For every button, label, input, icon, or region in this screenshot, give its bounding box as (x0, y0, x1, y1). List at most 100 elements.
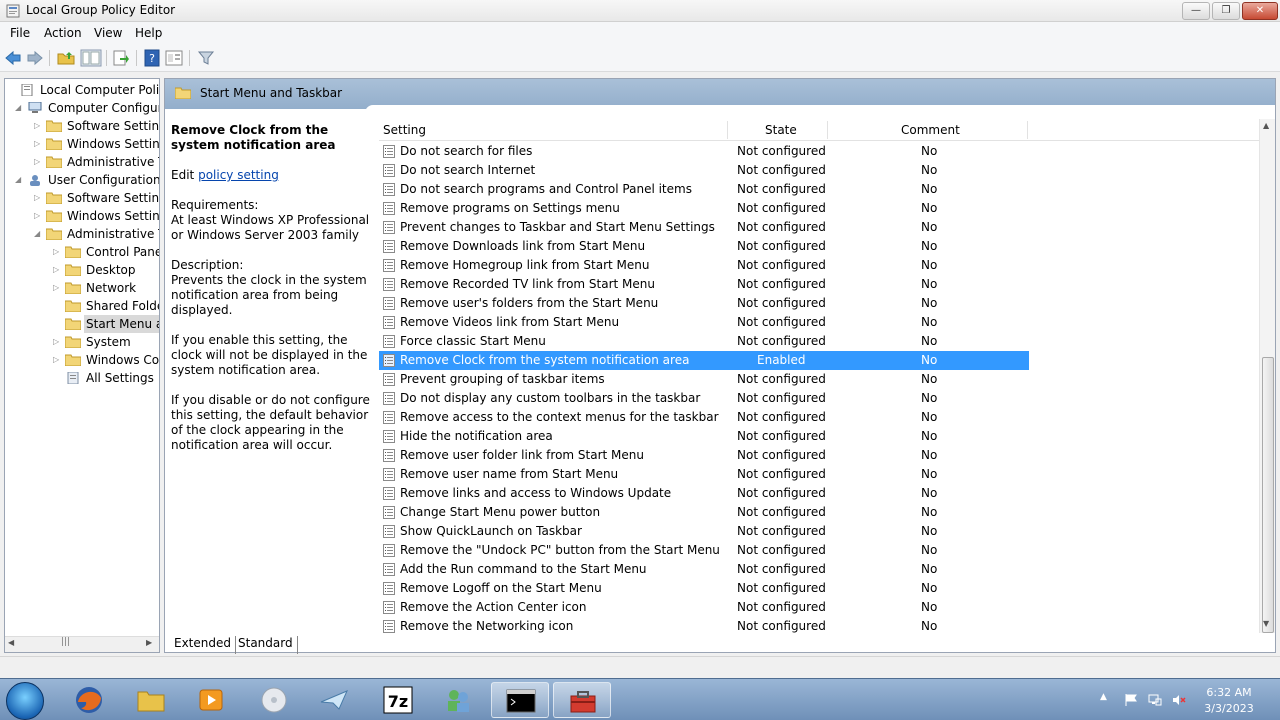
tree-expander-icon[interactable]: ◢ (15, 171, 25, 189)
toolbox-icon (570, 691, 596, 713)
setting-row[interactable]: Do not search programs and Control Panel… (379, 180, 1029, 199)
setting-row[interactable]: Remove Clock from the system notificatio… (379, 351, 1029, 370)
menu-action[interactable]: Action (44, 26, 82, 40)
setting-row[interactable]: Remove Downloads link from Start Menu Not… (379, 237, 1029, 256)
tree-expander-icon[interactable]: ▷ (34, 153, 44, 171)
tree-expander-icon[interactable]: ▷ (53, 261, 63, 279)
taskbar-media-player[interactable] (182, 682, 240, 718)
tray-expand-arrow[interactable]: ▲ (1100, 692, 1114, 706)
setting-row[interactable]: Remove Logoff on the Start Menu Not confi… (379, 579, 1029, 598)
start-button[interactable] (6, 682, 44, 720)
setting-row[interactable]: Remove access to the context menus for t… (379, 408, 1029, 427)
tree-expander-icon[interactable]: ▷ (34, 189, 44, 207)
taskbar-users[interactable] (429, 682, 487, 718)
scroll-up-arrow[interactable]: ▲ (1263, 121, 1269, 130)
maximize-button[interactable]: ❐ (1212, 2, 1240, 20)
taskbar-7zip[interactable]: 7z (369, 682, 427, 718)
scroll-thumb[interactable] (1262, 357, 1274, 633)
setting-row[interactable]: Add the Run command to the Start Menu Not… (379, 560, 1029, 579)
menu-view[interactable]: View (94, 26, 122, 40)
export-list-icon[interactable] (112, 49, 130, 67)
user-icon (30, 175, 40, 186)
show-hide-console-tree-icon[interactable] (80, 49, 102, 67)
tab-standard[interactable]: Standard (234, 636, 298, 654)
setting-state: Not configured (737, 258, 826, 272)
column-header-setting[interactable]: Setting (383, 123, 426, 137)
taskbar-windows-explorer[interactable] (122, 682, 180, 718)
setting-row[interactable]: Remove the Networking icon Not configured… (379, 617, 1029, 635)
setting-row[interactable]: Remove Homegroup link from Start Menu Not… (379, 256, 1029, 275)
setting-row[interactable]: Remove user folder link from Start Menu N… (379, 446, 1029, 465)
tree-horizontal-scrollbar[interactable]: ◀ ||| ▶ (5, 636, 159, 652)
back-arrow-icon[interactable] (4, 49, 22, 67)
policy-setting-icon (383, 392, 395, 405)
setting-row[interactable]: Remove the Action Center icon Not configu… (379, 598, 1029, 617)
console-tree[interactable]: Local Computer Policy ◢ Computer Configura… (4, 78, 160, 653)
tree-expander-icon[interactable]: ▷ (53, 243, 63, 261)
tree-expander-icon[interactable]: ▷ (34, 207, 44, 225)
filter-icon[interactable] (197, 49, 215, 67)
setting-row[interactable]: Do not search for files Not configured No (379, 142, 1029, 161)
action-center-flag-icon[interactable] (1124, 693, 1138, 707)
taskbar-disc[interactable] (245, 682, 303, 718)
setting-row[interactable]: Prevent changes to Taskbar and Start Men… (379, 218, 1029, 237)
policy-setting-icon (383, 468, 395, 481)
setting-row[interactable]: Do not display any custom toolbars in th… (379, 389, 1029, 408)
setting-row[interactable]: Remove programs on Settings menu Not conf… (379, 199, 1029, 218)
setting-row[interactable]: Remove links and access to Windows Updat… (379, 484, 1029, 503)
vertical-scrollbar[interactable]: ▲ ▼ (1259, 119, 1275, 633)
tree-node-label: Desktop (86, 263, 136, 277)
close-button[interactable]: ✕ (1242, 2, 1278, 20)
setting-comment: No (921, 239, 938, 253)
setting-row[interactable]: Prevent grouping of taskbar items Not con… (379, 370, 1029, 389)
scroll-left-arrow[interactable]: ◀ (8, 638, 14, 647)
taskbar-firefox[interactable] (62, 682, 120, 718)
setting-name: Do not search Internet (400, 163, 536, 177)
tree-expander-icon[interactable]: ▷ (53, 333, 63, 351)
setting-row[interactable]: Remove Videos link from Start Menu Not co… (379, 313, 1029, 332)
setting-row[interactable]: Show QuickLaunch on Taskbar Not configure… (379, 522, 1029, 541)
clock[interactable]: 6:32 AM 3/3/2023 (1200, 685, 1258, 717)
taskbar-command-prompt[interactable] (491, 682, 549, 718)
policy-setting-icon (383, 544, 395, 557)
tree-expander-icon[interactable]: ◢ (34, 225, 44, 243)
menu-file[interactable]: File (10, 26, 30, 40)
setting-row[interactable]: Remove the "Undock PC" button from the S… (379, 541, 1029, 560)
setting-row[interactable]: Change Start Menu power button Not config… (379, 503, 1029, 522)
taskbar-group-policy-editor[interactable] (553, 682, 611, 718)
svg-text:7z: 7z (388, 692, 408, 711)
media-player-icon (199, 689, 223, 711)
setting-row[interactable]: Force classic Start Menu Not configured No (379, 332, 1029, 351)
setting-row[interactable]: Remove Recorded TV link from Start Menu N… (379, 275, 1029, 294)
setting-row[interactable]: Remove user name from Start Menu Not conf… (379, 465, 1029, 484)
minimize-button[interactable]: — (1182, 2, 1210, 20)
column-header-comment[interactable]: Comment (901, 123, 960, 137)
setting-row[interactable]: Hide the notification area Not configured… (379, 427, 1029, 446)
scroll-right-arrow[interactable]: ▶ (146, 638, 152, 647)
taskbar-mail[interactable] (305, 682, 363, 718)
up-folder-icon[interactable] (57, 49, 75, 67)
setting-row[interactable]: Remove user's folders from the Start Men… (379, 294, 1029, 313)
setting-row[interactable]: Do not search Internet Not configured No (379, 161, 1029, 180)
scroll-thumb-grip[interactable]: ||| (61, 637, 70, 647)
volume-muted-icon[interactable] (1172, 693, 1186, 707)
tree-expander-icon[interactable]: ◢ (15, 99, 25, 117)
setting-name: Add the Run command to the Start Menu (400, 562, 647, 576)
scroll-down-arrow[interactable]: ▼ (1263, 619, 1269, 628)
edit-policy-setting-link[interactable]: policy setting (198, 168, 279, 182)
menu-help[interactable]: Help (135, 26, 162, 40)
setting-name: Remove Downloads link from Start Menu (400, 239, 646, 253)
forward-arrow-icon[interactable] (26, 49, 44, 67)
extended-view-icon[interactable] (165, 49, 183, 67)
policy-setting-icon (383, 240, 395, 253)
tree-expander-icon[interactable]: ▷ (34, 135, 44, 153)
column-header-state[interactable]: State (765, 123, 797, 137)
group-policy-icon (6, 4, 20, 18)
tree-expander-icon[interactable]: ▷ (53, 279, 63, 297)
network-icon[interactable] (1148, 693, 1162, 707)
setting-name: Remove Logoff on the Start Menu (400, 581, 602, 595)
help-icon[interactable]: ? (143, 49, 161, 67)
tab-extended[interactable]: Extended (170, 636, 236, 654)
tree-expander-icon[interactable]: ▷ (34, 117, 44, 135)
tree-expander-icon[interactable]: ▷ (53, 351, 63, 369)
